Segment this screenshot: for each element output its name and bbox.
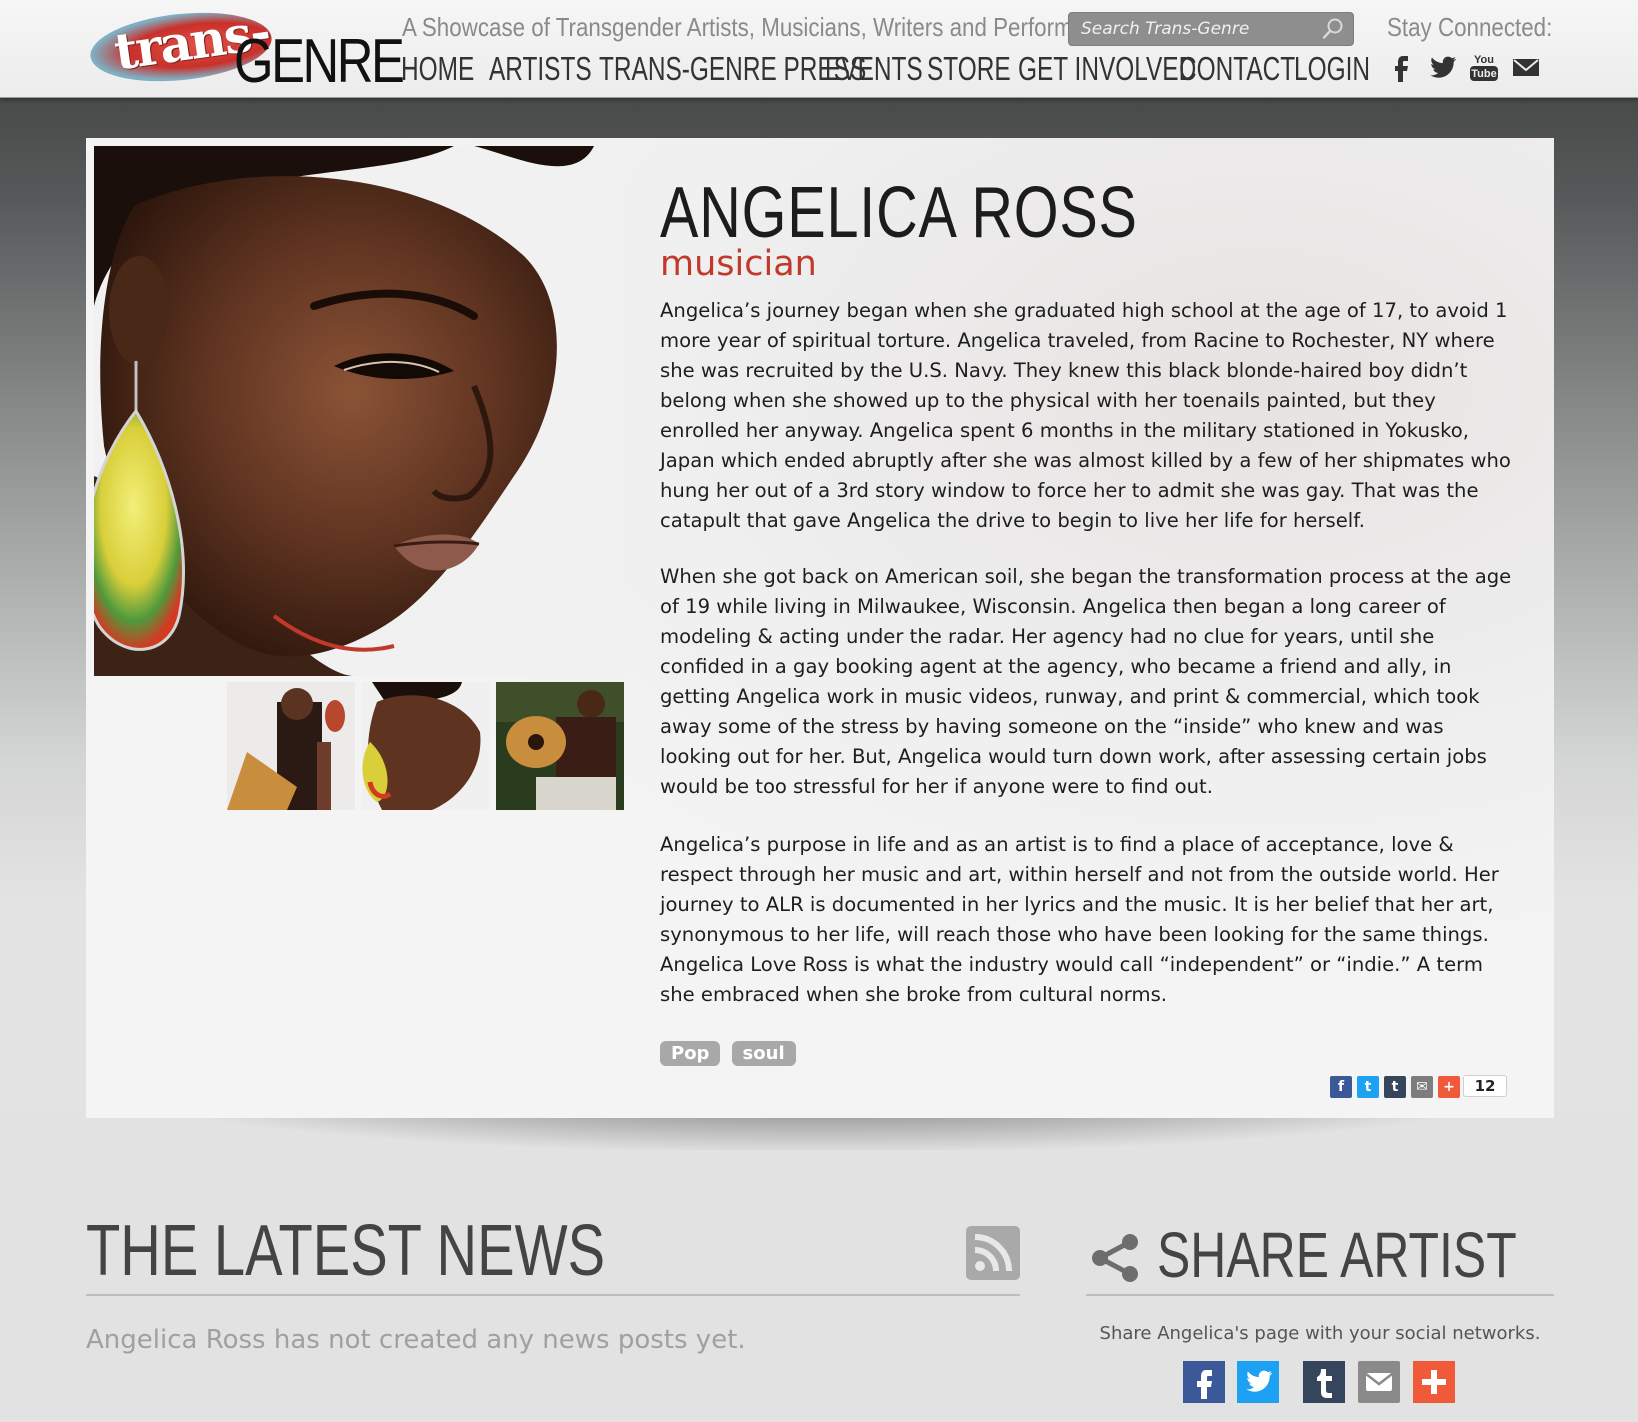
- bio-paragraph: When she got back on American soil, she …: [660, 565, 1512, 798]
- stay-connected-label: Stay Connected:: [1387, 12, 1553, 42]
- artist-bio: Angelica’s journey began when she gradua…: [660, 296, 1512, 1036]
- logo-text-genre: GENRE: [234, 27, 405, 96]
- artist-thumbnail-1[interactable]: [227, 682, 355, 810]
- site-logo[interactable]: trans- GENRE: [86, 1, 405, 96]
- share-divider: [1086, 1294, 1554, 1296]
- site-header: trans- GENRE A Showcase of Transgender A…: [0, 0, 1638, 98]
- nav-events[interactable]: EVENTS: [825, 50, 923, 88]
- tag-pop[interactable]: Pop: [660, 1041, 721, 1066]
- twitter-icon[interactable]: t: [1357, 1076, 1379, 1098]
- latest-news-heading: THE LATEST NEWS: [86, 1211, 606, 1291]
- site-tagline: A Showcase of Transgender Artists, Music…: [402, 12, 1104, 42]
- search-input[interactable]: [1079, 17, 1313, 41]
- nav-artists[interactable]: ARTISTS: [489, 50, 592, 88]
- artist-card: ANGELICA ROSS musician Angelica’s journe…: [86, 138, 1554, 1118]
- artist-thumbnail-2[interactable]: [362, 682, 490, 810]
- youtube-icon[interactable]: You Tube: [1468, 52, 1500, 82]
- email-icon[interactable]: ✉: [1411, 1076, 1433, 1098]
- twitter-icon[interactable]: [1426, 52, 1458, 82]
- artist-name: ANGELICA ROSS: [660, 173, 1138, 253]
- nav-get-involved[interactable]: GET INVOLVED: [1018, 50, 1196, 88]
- svg-text:Tube: Tube: [1471, 68, 1496, 80]
- rss-icon[interactable]: [966, 1226, 1020, 1280]
- facebook-icon[interactable]: [1386, 52, 1418, 82]
- share-description: Share Angelica's page with your social n…: [1099, 1323, 1541, 1344]
- nav-contact[interactable]: CONTACT: [1179, 50, 1295, 88]
- email-icon[interactable]: [1510, 52, 1542, 82]
- artist-thumbnail-3[interactable]: [496, 682, 624, 810]
- facebook-icon[interactable]: [1183, 1361, 1225, 1403]
- share-artist-heading: SHARE ARTIST: [1157, 1219, 1517, 1291]
- svg-text:You: You: [1474, 54, 1494, 66]
- nav-home[interactable]: HOME: [401, 50, 474, 88]
- news-divider: [86, 1294, 1020, 1296]
- bio-paragraph: Angelica’s journey began when she gradua…: [660, 299, 1511, 532]
- twitter-icon[interactable]: [1237, 1361, 1279, 1403]
- email-icon[interactable]: [1358, 1361, 1400, 1403]
- facebook-icon[interactable]: f: [1330, 1076, 1352, 1098]
- search-box: [1068, 12, 1354, 46]
- genre-tags: Pop soul: [660, 1041, 802, 1066]
- bio-paragraph: Angelica’s purpose in life and as an art…: [660, 833, 1499, 1006]
- plus-icon[interactable]: +: [1438, 1076, 1460, 1098]
- nav-login[interactable]: LOGIN: [1294, 50, 1370, 88]
- tumblr-icon[interactable]: t: [1384, 1076, 1406, 1098]
- share-count: 12: [1463, 1075, 1507, 1097]
- plus-icon[interactable]: [1413, 1361, 1455, 1403]
- search-icon[interactable]: [1321, 17, 1345, 41]
- tag-soul[interactable]: soul: [731, 1041, 796, 1066]
- nav-store[interactable]: STORE: [927, 50, 1011, 88]
- tumblr-icon[interactable]: [1303, 1361, 1345, 1403]
- artist-role: musician: [660, 244, 817, 284]
- news-empty-message: Angelica Ross has not created any news p…: [86, 1325, 746, 1355]
- share-icon: [1090, 1232, 1142, 1284]
- artist-main-photo[interactable]: [94, 146, 624, 676]
